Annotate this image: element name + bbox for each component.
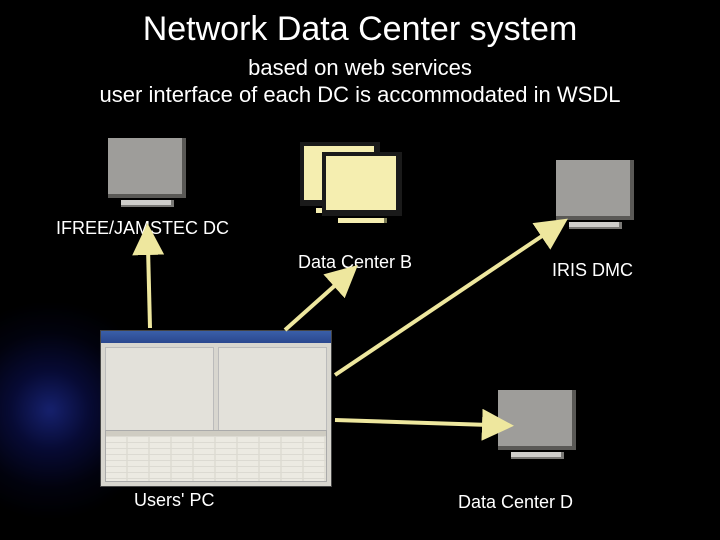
users-pc-label: Users' PC (134, 490, 214, 511)
window-data-table (105, 430, 327, 482)
data-center-d-label: Data Center D (458, 492, 573, 513)
data-center-b-label: Data Center B (298, 252, 412, 273)
iris-dmc-label: IRIS DMC (552, 260, 633, 281)
window-left-panel (105, 347, 214, 435)
iris-dmc-icon (556, 160, 634, 229)
data-center-d-icon (498, 390, 576, 459)
arrow-user-to-dcb (285, 281, 340, 330)
slide-title: Network Data Center system (0, 10, 720, 49)
window-right-panel (218, 347, 327, 435)
arrow-user-to-ifree (148, 247, 150, 328)
arrow-user-to-dcd (335, 420, 490, 425)
window-titlebar (101, 331, 331, 343)
users-pc-window (100, 330, 332, 487)
slide-subtitle-2: user interface of each DC is accommodate… (0, 82, 720, 108)
ifree-dc-label: IFREE/JAMSTEC DC (56, 218, 229, 239)
ifree-dc-icon (108, 138, 186, 207)
slide-subtitle-1: based on web services (0, 55, 720, 81)
